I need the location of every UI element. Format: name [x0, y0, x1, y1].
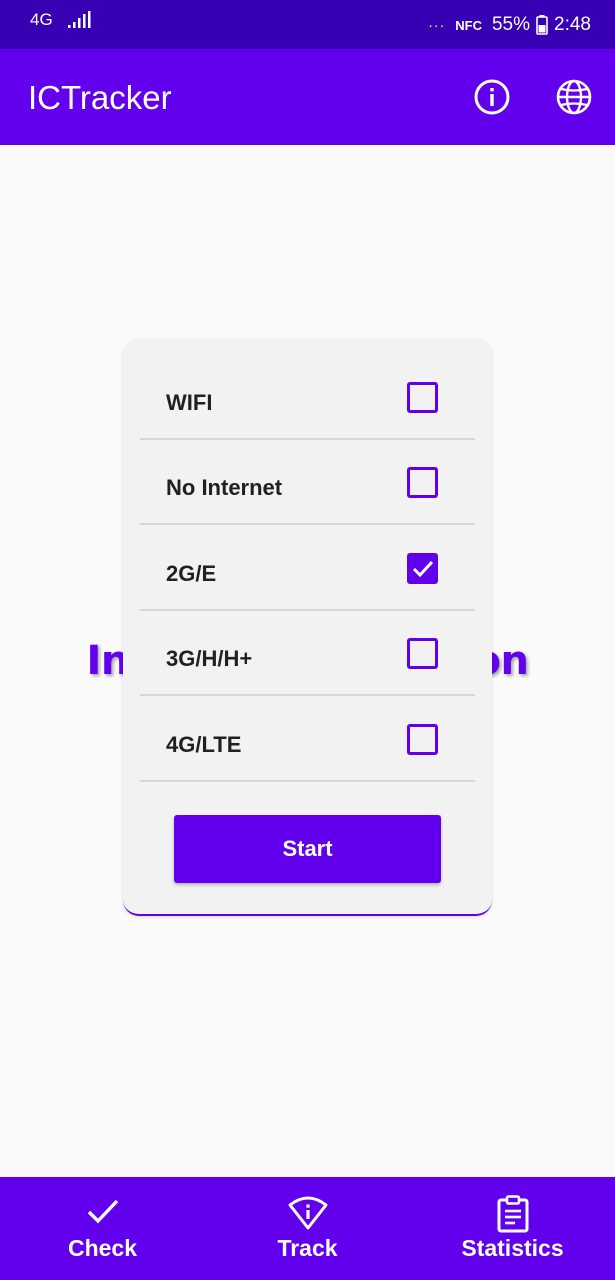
nav-label: Track: [277, 1235, 338, 1261]
checkmark-icon: [412, 560, 434, 578]
option-wifi[interactable]: WIFI: [140, 355, 475, 440]
battery-percent: 55%: [491, 14, 531, 35]
bottom-navigation: Check Track Statistics: [0, 1177, 615, 1280]
network-type-dialog: WIFI No Internet 2G/E 3G/H/H+ 4G/LTE Sta…: [123, 339, 492, 916]
status-bar: 4G ··· NFC 55% 2:48: [0, 0, 615, 49]
option-label: 4G/LTE: [166, 732, 242, 757]
wifi-info-icon: [288, 1196, 327, 1230]
nav-label: Check: [67, 1235, 138, 1261]
battery-icon: [536, 15, 548, 35]
option-2g[interactable]: 2G/E: [140, 526, 475, 611]
option-3g[interactable]: 3G/H/H+: [140, 611, 475, 696]
more-notifications-icon: ···: [428, 17, 446, 33]
app-title: ICTracker: [28, 79, 172, 116]
option-label: WIFI: [166, 390, 213, 415]
checkbox-2g[interactable]: [407, 553, 438, 584]
option-label: No Internet: [166, 475, 283, 500]
clipboard-icon: [497, 1195, 528, 1233]
status-right: ··· NFC 55% 2:48: [428, 14, 591, 36]
info-icon[interactable]: [473, 78, 511, 116]
nav-label: Statistics: [461, 1235, 564, 1261]
nav-check[interactable]: Check: [0, 1177, 205, 1280]
option-label: 2G/E: [166, 561, 217, 586]
nfc-icon: NFC: [455, 17, 482, 33]
start-button[interactable]: Start: [174, 815, 441, 883]
network-type: 4G: [30, 10, 53, 29]
checkbox-3g[interactable]: [407, 638, 438, 669]
check-icon: [87, 1199, 118, 1224]
globe-icon[interactable]: [555, 78, 593, 116]
option-label: 3G/H/H+: [166, 646, 253, 671]
app-bar: ICTracker: [0, 49, 615, 145]
checkbox-wifi[interactable]: [407, 382, 438, 413]
nav-statistics[interactable]: Statistics: [410, 1177, 615, 1280]
checkbox-4g-lte[interactable]: [407, 724, 438, 755]
option-no-internet[interactable]: No Internet: [140, 440, 475, 525]
clock: 2:48: [554, 14, 591, 35]
nav-track[interactable]: Track: [205, 1177, 410, 1280]
checkbox-no-internet[interactable]: [407, 467, 438, 498]
status-left: 4G: [30, 10, 91, 30]
option-4g-lte[interactable]: 4G/LTE: [140, 697, 475, 782]
signal-icon: [67, 11, 91, 28]
